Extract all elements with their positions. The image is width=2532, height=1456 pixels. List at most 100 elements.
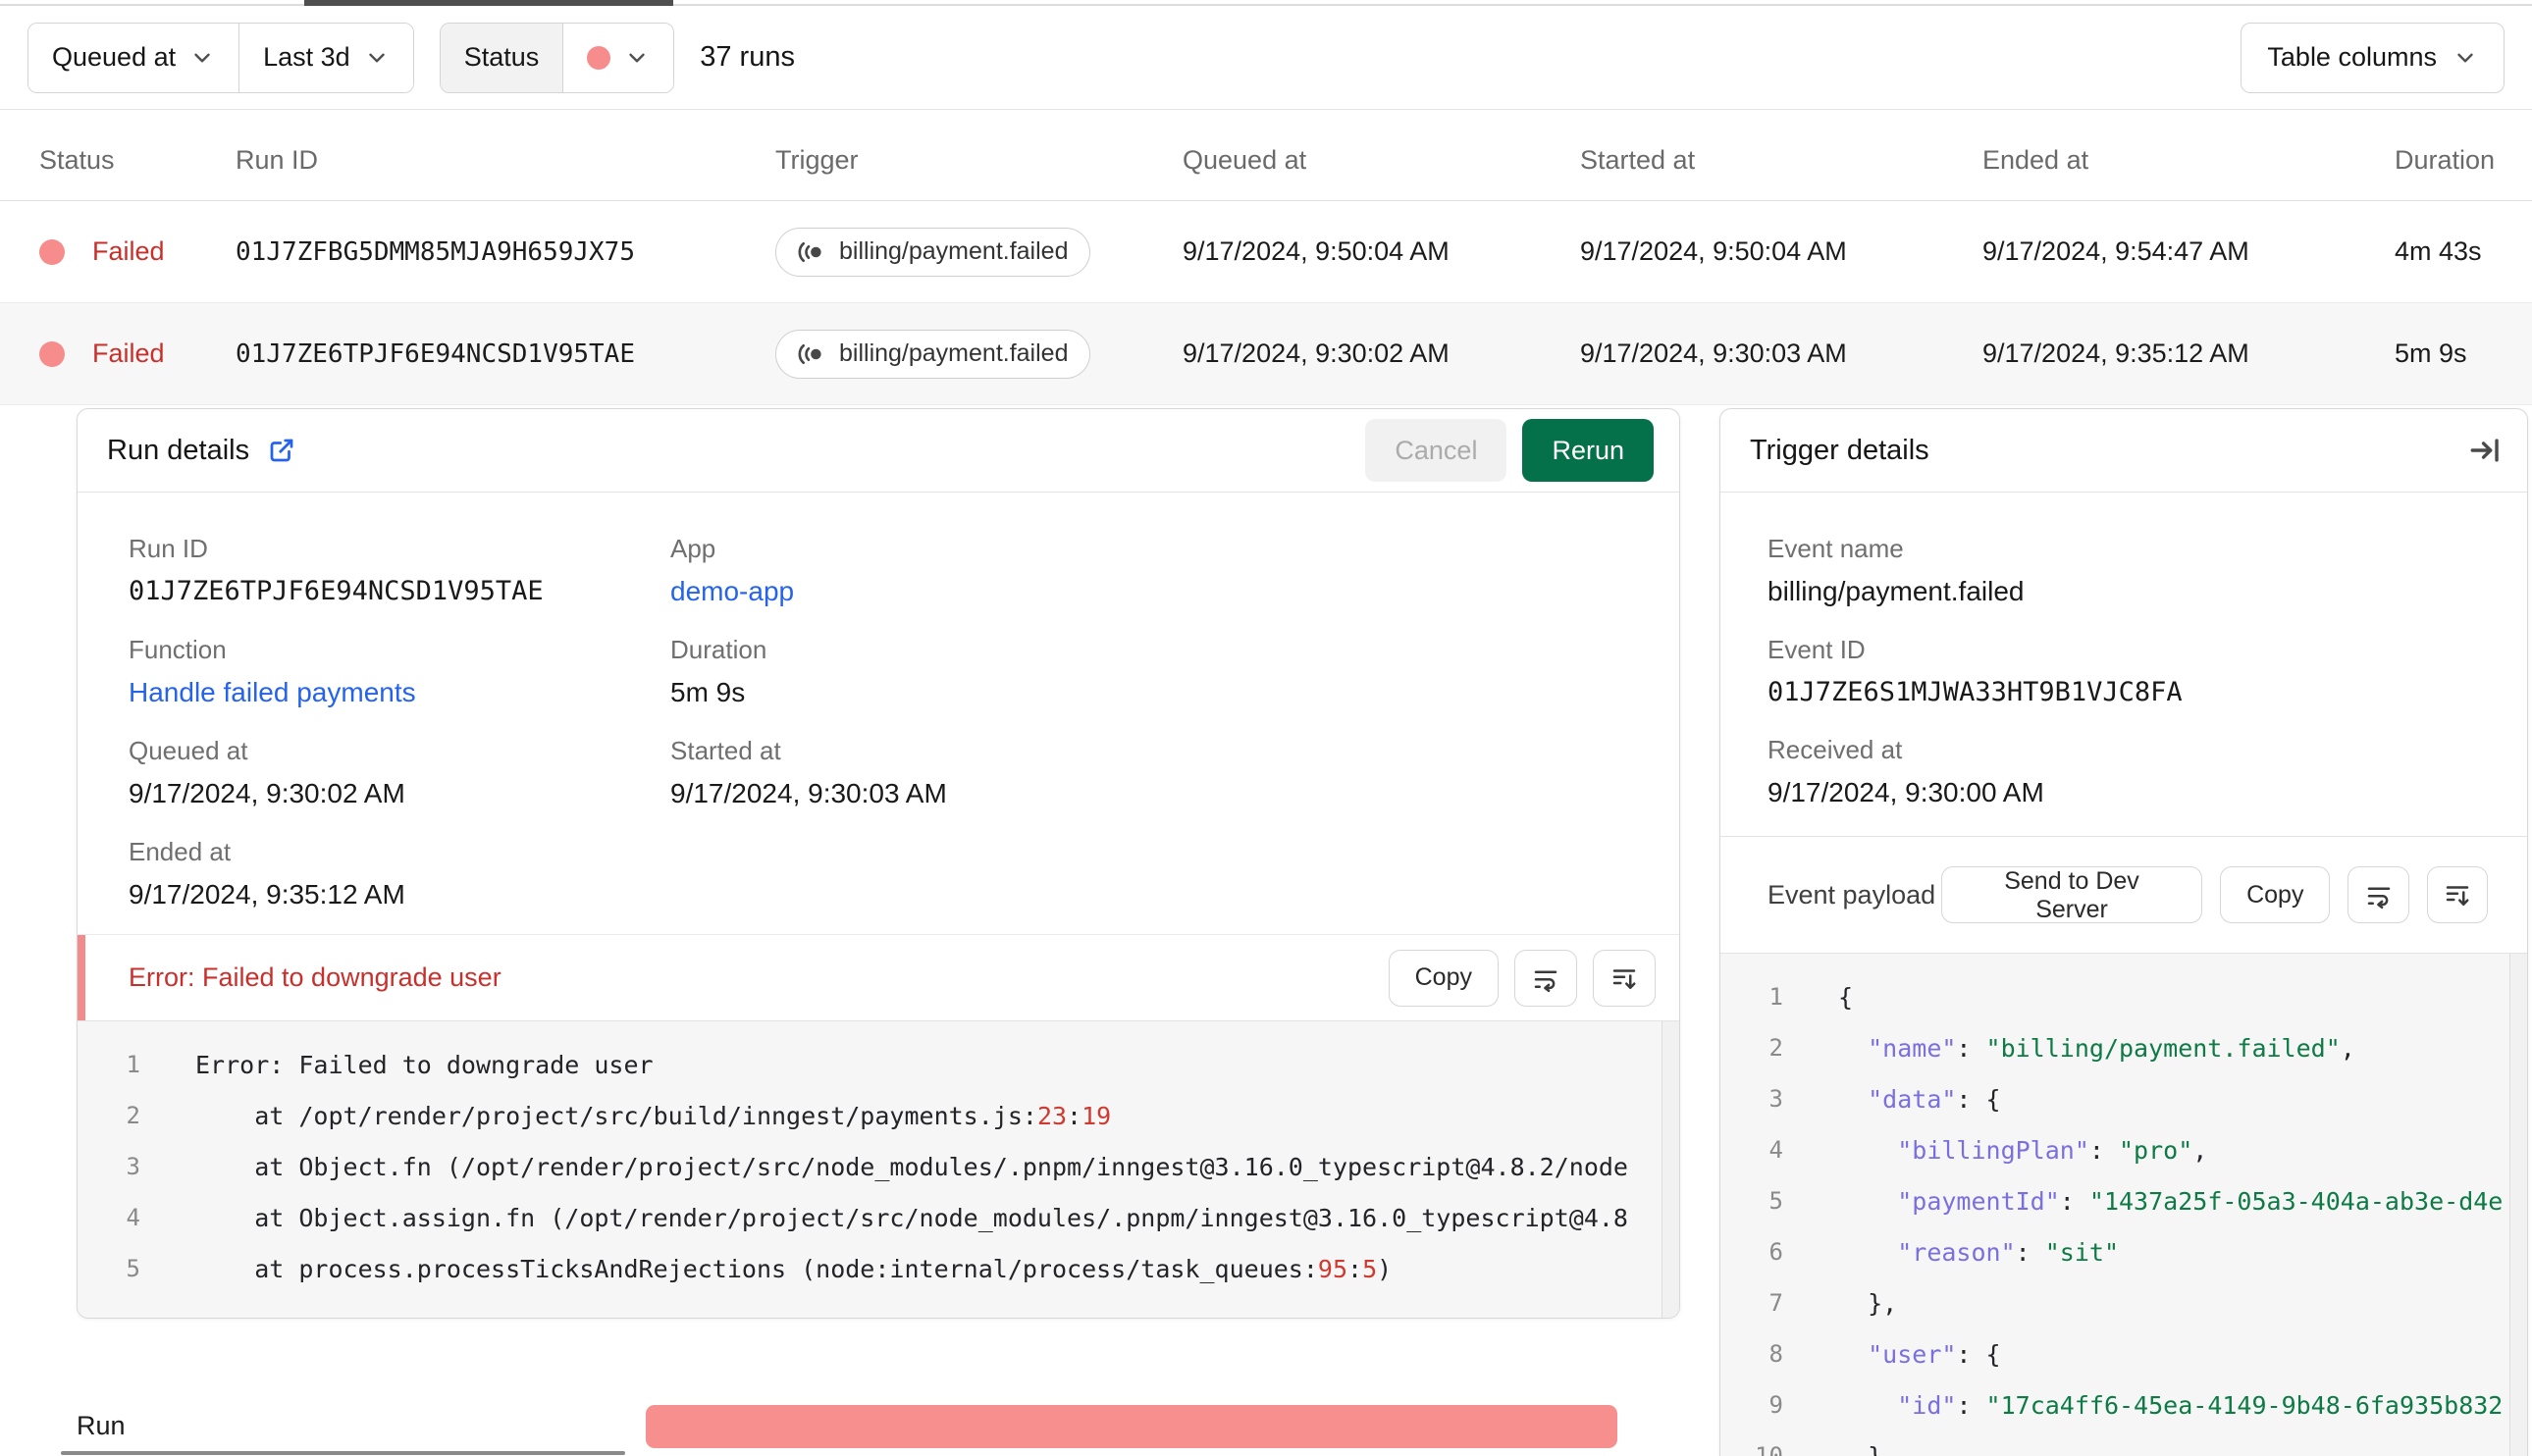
run-status-cell: Failed <box>39 338 236 369</box>
event-payload-actions: Send to Dev Server Copy <box>1940 866 2489 923</box>
line-number: 3 <box>126 1153 140 1180</box>
code-line: 2 "name": "billing/payment.failed", <box>1720 1022 2507 1073</box>
runs-count: 37 runs <box>700 41 795 73</box>
scroll-to-bottom-icon[interactable] <box>1593 949 1656 1007</box>
trigger-badge[interactable]: billing/payment.failed <box>775 227 1091 277</box>
field-label: Received at <box>1767 735 1903 764</box>
column-header-queued-at: Queued at <box>1183 144 1307 175</box>
code-line: 3 at Object.fn (/opt/render/project/src/… <box>78 1141 1660 1192</box>
line-number: 1 <box>1768 983 1783 1011</box>
copy-error-button[interactable]: Copy <box>1388 949 1499 1007</box>
column-header-status: Status <box>39 144 115 175</box>
field-value[interactable]: Handle failed payments <box>129 677 670 708</box>
details-area: Run details Cancel Rerun Run ID 01J7ZE6TP… <box>0 405 2532 1456</box>
external-link-icon[interactable] <box>267 436 296 465</box>
field-run-id: Run ID 01J7ZE6TPJF6E94NCSD1V95TAE <box>129 534 670 607</box>
error-accent-stripe <box>78 935 85 1020</box>
queued-at-filter-label: Queued at <box>52 42 177 72</box>
table-row[interactable]: Failed 01J7ZFBG5DMM85MJA9H659JX75 billing/… <box>0 201 2532 303</box>
send-to-dev-server-button[interactable]: Send to Dev Server <box>1940 866 2203 923</box>
field-value[interactable]: demo-app <box>670 576 1640 607</box>
field-label: Started at <box>670 736 781 765</box>
runs-table: Status Run ID Trigger Queued at Started at En… <box>0 110 2532 405</box>
code-line: 1 Error: Failed to downgrade user <box>78 1039 1660 1090</box>
status-filter-value-button[interactable] <box>562 23 674 92</box>
run-timeline-bar[interactable] <box>646 1405 1617 1448</box>
column-header-trigger: Trigger <box>775 144 859 175</box>
field-ended-at: Ended at 9/17/2024, 9:35:12 AM <box>129 837 670 910</box>
code-line: 5 "paymentId": "1437a25f-05a3-404a-ab3e-… <box>1720 1175 2507 1226</box>
event-payload-header: Event payload Send to Dev Server Copy <box>1720 836 2527 953</box>
scroll-to-bottom-icon[interactable] <box>2426 866 2489 923</box>
code-text: at Object.assign.fn (/opt/render/project… <box>195 1203 1628 1232</box>
run-status-text: Failed <box>92 236 165 266</box>
time-range-filter-label: Last 3d <box>263 42 350 72</box>
code-text: "billingPlan": "pro", <box>1897 1135 2208 1165</box>
trigger-details-header: Trigger details <box>1720 409 2527 493</box>
text-wrap-icon[interactable] <box>2347 866 2409 923</box>
copy-payload-button[interactable]: Copy <box>2220 866 2331 923</box>
trigger-details-title: Trigger details <box>1750 434 1929 466</box>
field-label: Run ID <box>129 534 208 563</box>
time-range-filter-button[interactable]: Last 3d <box>238 23 413 92</box>
table-row[interactable]: Failed 01J7ZE6TPJF6E94NCSD1V95TAE billing/… <box>0 303 2532 405</box>
scrollbar[interactable] <box>1662 1021 1679 1318</box>
field-label: Event name <box>1767 534 1904 563</box>
time-filter-group: Queued at Last 3d <box>27 22 414 93</box>
ended-at-cell: 9/17/2024, 9:35:12 AM <box>1982 338 2249 368</box>
timeline-run-label: Run <box>77 1411 126 1440</box>
queued-at-cell: 9/17/2024, 9:30:02 AM <box>1183 338 1450 368</box>
field-value: billing/payment.failed <box>1767 576 2025 606</box>
collapse-panel-icon[interactable] <box>2468 434 2502 467</box>
trigger-badge-label: billing/payment.failed <box>839 339 1069 367</box>
runs-page: Queued at Last 3d Status 37 runs Table c… <box>0 0 2532 1456</box>
code-text: "reason": "sit" <box>1897 1237 2120 1267</box>
status-filter-label-text: Status <box>463 42 540 72</box>
trigger-badge[interactable]: billing/payment.failed <box>775 329 1091 379</box>
status-filter-group: Status <box>439 22 675 93</box>
column-header-ended-at: Ended at <box>1982 144 2089 175</box>
field-label: Function <box>129 635 227 664</box>
partial-row-edge <box>61 1451 625 1455</box>
table-columns-button[interactable]: Table columns <box>2241 22 2505 93</box>
runs-table-header: Status Run ID Trigger Queued at Started at En… <box>0 110 2532 201</box>
field-value: 9/17/2024, 9:30:03 AM <box>670 778 947 808</box>
line-number: 2 <box>1768 1034 1783 1062</box>
runs-table-body: Failed 01J7ZFBG5DMM85MJA9H659JX75 billing/… <box>0 201 2532 405</box>
error-stack-trace[interactable]: 1 Error: Failed to downgrade user 2 at /op… <box>78 1020 1679 1318</box>
queued-at-filter-button[interactable]: Queued at <box>28 23 239 92</box>
code-text: "data": { <box>1868 1084 2001 1114</box>
code-line: 2 at /opt/render/project/src/build/innge… <box>78 1090 1660 1141</box>
field-event-name: Event name billing/payment.failed <box>1767 534 2488 607</box>
status-filter-label[interactable]: Status <box>440 23 563 92</box>
code-text: at /opt/render/project/src/build/inngest… <box>195 1101 1112 1130</box>
run-id-cell: 01J7ZE6TPJF6E94NCSD1V95TAE <box>236 338 635 369</box>
code-text: "name": "billing/payment.failed", <box>1868 1033 2355 1063</box>
event-payload-code[interactable]: 1{2 "name": "billing/payment.failed", 3 "… <box>1720 953 2527 1456</box>
table-columns-label: Table columns <box>2267 42 2437 72</box>
field-duration: Duration 5m 9s <box>670 635 1640 708</box>
line-number: 3 <box>1768 1085 1783 1113</box>
rerun-button[interactable]: Rerun <box>1522 419 1654 482</box>
text-wrap-icon[interactable] <box>1514 949 1577 1007</box>
field-function: Function Handle failed payments <box>129 635 670 708</box>
cancel-button[interactable]: Cancel <box>1365 419 1507 482</box>
trigger-badge-label: billing/payment.failed <box>839 237 1069 265</box>
started-at-cell: 9/17/2024, 9:50:04 AM <box>1580 236 1847 266</box>
trigger-cell: billing/payment.failed <box>775 329 1183 379</box>
field-value: 01J7ZE6S1MJWA33HT9B1VJC8FA <box>1767 677 2183 707</box>
error-title: Error: Failed to downgrade user <box>129 962 501 992</box>
line-number: 2 <box>126 1102 140 1129</box>
error-actions: Copy <box>1388 949 1656 1007</box>
run-status-text: Failed <box>92 338 165 368</box>
field-event-id: Event ID 01J7ZE6S1MJWA33HT9B1VJC8FA <box>1767 635 2488 707</box>
code-line: 6 "reason": "sit" <box>1720 1226 2507 1277</box>
line-number: 5 <box>126 1255 140 1282</box>
scrollbar[interactable] <box>2509 954 2527 1456</box>
failed-status-dot <box>587 45 611 70</box>
line-number: 1 <box>126 1051 140 1078</box>
field-value: 01J7ZE6TPJF6E94NCSD1V95TAE <box>129 576 544 606</box>
column-header-duration: Duration <box>2395 144 2496 175</box>
field-value: 9/17/2024, 9:30:02 AM <box>129 778 405 808</box>
event-icon <box>798 340 825 368</box>
